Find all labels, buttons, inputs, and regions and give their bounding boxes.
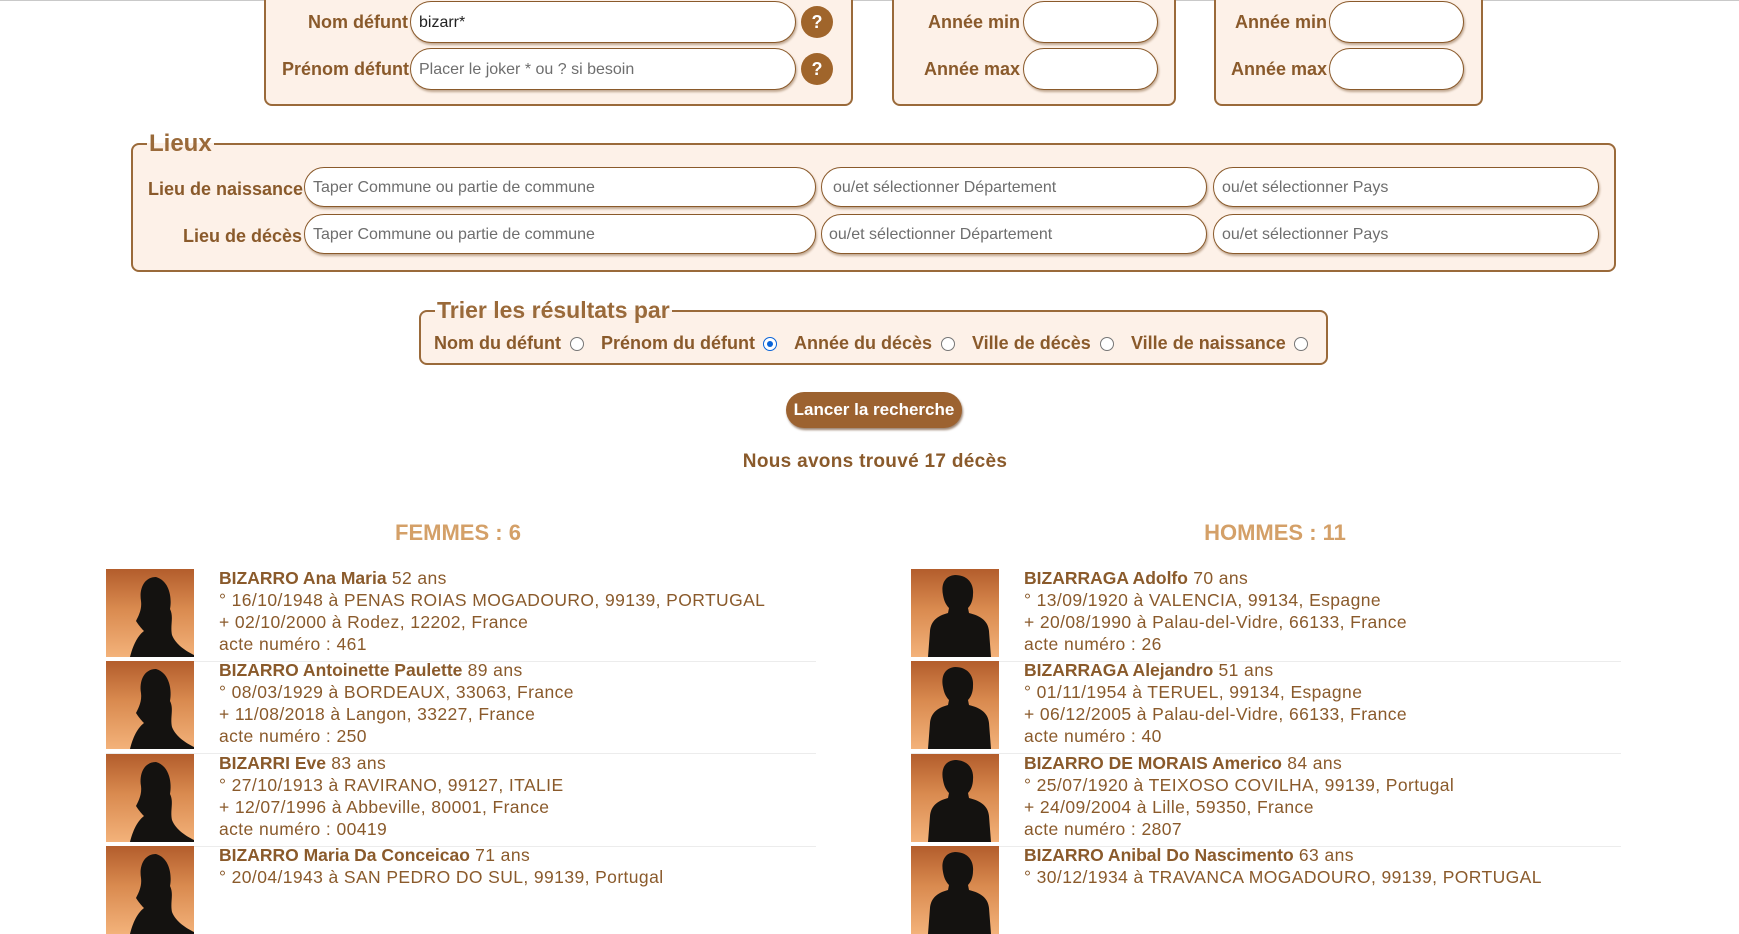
nom-help-button[interactable]: ? — [801, 6, 833, 38]
record-text: BIZARRO Maria Da Conceicao 71 ans ° 20/0… — [219, 844, 664, 888]
homme-record[interactable]: BIZARRAGA Adolfo 70 ans ° 13/09/1920 à V… — [911, 567, 1621, 662]
birth-annee-max-label: Année max — [924, 59, 1021, 79]
femmes-heading: FEMMES : 6 — [395, 520, 521, 545]
prenom-defunt-input[interactable] — [410, 48, 796, 90]
nom-defunt-input[interactable] — [410, 1, 796, 43]
record-age: 71 ans — [475, 845, 531, 865]
record-birth: ° 13/09/1920 à VALENCIA, 99134, Espagne — [1024, 590, 1381, 610]
birth-annee-max-input[interactable] — [1023, 48, 1158, 90]
woman-silhouette-icon — [106, 754, 194, 842]
record-age: 52 ans — [391, 568, 447, 588]
record-death: + 12/07/1996 à Abbeville, 80001, France — [219, 797, 550, 817]
record-age: 84 ans — [1287, 753, 1343, 773]
sort-radio-ville-deces[interactable] — [1100, 337, 1114, 351]
record-name[interactable]: BIZARRO Ana Maria — [219, 568, 387, 588]
record-acte: acte numéro : 250 — [219, 726, 367, 746]
sort-radio-annee-deces[interactable] — [941, 337, 955, 351]
record-name[interactable]: BIZARRO DE MORAIS Americo — [1024, 753, 1282, 773]
naissance-pays-select[interactable] — [1213, 167, 1599, 207]
woman-silhouette-icon — [106, 569, 194, 657]
man-silhouette-icon — [911, 754, 999, 842]
record-name[interactable]: BIZARRAGA Adolfo — [1024, 568, 1188, 588]
record-text: BIZARRI Eve 83 ans ° 27/10/1913 à RAVIRA… — [219, 752, 564, 840]
deces-pays-select[interactable] — [1213, 214, 1599, 254]
results-summary: Nous avons trouvé 17 décès — [742, 451, 1008, 472]
nom-defunt-label: Nom défunt — [308, 12, 408, 32]
record-age: 63 ans — [1298, 845, 1354, 865]
death-annee-min-label: Année min — [1235, 12, 1328, 32]
prenom-help-button[interactable]: ? — [801, 53, 833, 85]
death-annee-max-label: Année max — [1231, 59, 1328, 79]
record-acte: acte numéro : 461 — [219, 634, 367, 654]
deces-departement-select[interactable] — [821, 214, 1207, 254]
sort-option-label: Ville de naissance — [1131, 333, 1286, 353]
sort-radio-prenom[interactable] — [763, 337, 777, 351]
record-text: BIZARRO DE MORAIS Americo 84 ans ° 25/07… — [1024, 752, 1454, 840]
sort-radio-ville-naissance[interactable] — [1294, 337, 1308, 351]
search-button[interactable]: Lancer la recherche — [786, 392, 962, 428]
record-birth: ° 27/10/1913 à RAVIRANO, 99127, ITALIE — [219, 775, 564, 795]
woman-silhouette-icon — [106, 846, 194, 934]
sort-radio-nom[interactable] — [570, 337, 584, 351]
death-annee-max-input[interactable] — [1329, 48, 1464, 90]
record-age: 70 ans — [1193, 568, 1249, 588]
sort-option-label: Nom du défunt — [434, 333, 561, 353]
lieu-deces-label: Lieu de décès — [183, 226, 303, 246]
man-silhouette-icon — [911, 569, 999, 657]
sort-option-label: Année du décès — [794, 333, 933, 353]
record-text: BIZARRO Antoinette Paulette 89 ans ° 08/… — [219, 659, 574, 747]
record-text: BIZARRO Ana Maria 52 ans ° 16/10/1948 à … — [219, 567, 765, 655]
deces-commune-input[interactable] — [304, 214, 816, 254]
man-silhouette-icon — [911, 661, 999, 749]
hommes-heading: HOMMES : 11 — [1204, 520, 1346, 545]
homme-record[interactable]: BIZARRAGA Alejandro 51 ans ° 01/11/1954 … — [911, 659, 1621, 754]
birth-annee-min-label: Année min — [928, 12, 1021, 32]
man-silhouette-icon — [911, 846, 999, 934]
sort-option-label: Ville de décès — [972, 333, 1091, 353]
femme-record[interactable]: BIZARRI Eve 83 ans ° 27/10/1913 à RAVIRA… — [106, 752, 816, 847]
lieu-naissance-label: Lieu de naissance — [148, 179, 304, 199]
record-birth: ° 16/10/1948 à PENAS ROIAS MOGADOURO, 99… — [219, 590, 766, 610]
record-text: BIZARRO Anibal Do Nascimento 63 ans ° 30… — [1024, 844, 1542, 888]
record-death: + 06/12/2005 à Palau-del-Vidre, 66133, F… — [1024, 704, 1408, 724]
record-birth: ° 25/07/1920 à TEIXOSO COVILHA, 99139, P… — [1024, 775, 1455, 795]
prenom-defunt-label: Prénom défunt — [282, 59, 410, 79]
record-text: BIZARRAGA Alejandro 51 ans ° 01/11/1954 … — [1024, 659, 1407, 747]
record-acte: acte numéro : 00419 — [219, 819, 388, 839]
record-age: 83 ans — [331, 753, 387, 773]
lieux-legend: Lieux — [149, 130, 212, 157]
record-name[interactable]: BIZARRO Antoinette Paulette — [219, 660, 462, 680]
record-age: 51 ans — [1218, 660, 1274, 680]
record-text: BIZARRAGA Adolfo 70 ans ° 13/09/1920 à V… — [1024, 567, 1407, 655]
death-annee-min-input[interactable] — [1329, 1, 1464, 43]
sort-fieldset: Trier les résultats par — [419, 299, 1328, 365]
femme-record[interactable]: BIZARRO Maria Da Conceicao 71 ans ° 20/0… — [106, 844, 816, 934]
record-acte: acte numéro : 2807 — [1024, 819, 1182, 839]
sort-legend: Trier les résultats par — [437, 297, 670, 323]
record-birth: ° 08/03/1929 à BORDEAUX, 33063, France — [219, 682, 574, 702]
record-acte: acte numéro : 40 — [1024, 726, 1162, 746]
record-birth: ° 01/11/1954 à TERUEL, 99134, Espagne — [1024, 682, 1363, 702]
record-age: 89 ans — [467, 660, 523, 680]
naissance-commune-input[interactable] — [304, 167, 816, 207]
record-death: + 02/10/2000 à Rodez, 12202, France — [219, 612, 529, 632]
record-death: + 11/08/2018 à Langon, 33227, France — [219, 704, 536, 724]
homme-record[interactable]: BIZARRO Anibal Do Nascimento 63 ans ° 30… — [911, 844, 1621, 934]
record-name[interactable]: BIZARRO Maria Da Conceicao — [219, 845, 470, 865]
homme-record[interactable]: BIZARRO DE MORAIS Americo 84 ans ° 25/07… — [911, 752, 1621, 847]
birth-annee-min-input[interactable] — [1023, 1, 1158, 43]
record-name[interactable]: BIZARRAGA Alejandro — [1024, 660, 1213, 680]
naissance-departement-select[interactable] — [821, 167, 1207, 207]
record-name[interactable]: BIZARRI Eve — [219, 753, 326, 773]
sort-option-label: Prénom du défunt — [601, 333, 755, 353]
record-name[interactable]: BIZARRO Anibal Do Nascimento — [1024, 845, 1294, 865]
femme-record[interactable]: BIZARRO Ana Maria 52 ans ° 16/10/1948 à … — [106, 567, 816, 662]
femme-record[interactable]: BIZARRO Antoinette Paulette 89 ans ° 08/… — [106, 659, 816, 754]
woman-silhouette-icon — [106, 661, 194, 749]
record-death: + 24/09/2004 à Lille, 59350, France — [1024, 797, 1314, 817]
record-death: + 20/08/1990 à Palau-del-Vidre, 66133, F… — [1024, 612, 1408, 632]
record-acte: acte numéro : 26 — [1024, 634, 1162, 654]
